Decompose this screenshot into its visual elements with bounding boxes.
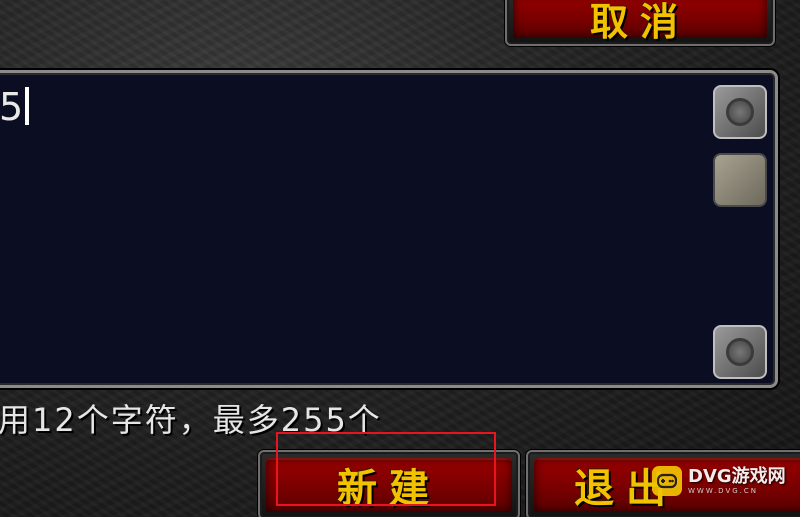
scrollbar-thumb[interactable] (713, 153, 767, 207)
cancel-button[interactable]: 取消 (505, 0, 775, 46)
text-input-value: 5 (0, 85, 24, 129)
text-input-content: 5 (0, 85, 30, 129)
watermark-name: DVG游戏网 (688, 465, 786, 487)
annotation-highlight-box (276, 432, 496, 506)
scroll-up-button[interactable] (713, 85, 767, 139)
text-caret (25, 87, 30, 125)
watermark: DVG游戏网 WWW.DVG.CN (652, 466, 786, 496)
cancel-button-label: 取消 (589, 0, 690, 44)
gamepad-icon (652, 466, 682, 496)
scroll-down-button[interactable] (713, 325, 767, 379)
scroll-up-arrow-icon (726, 98, 754, 126)
scroll-down-arrow-icon (726, 338, 754, 366)
watermark-url: WWW.DVG.CN (688, 486, 759, 495)
text-input-area[interactable]: 5 (0, 70, 778, 388)
dialog-window: 取消 5 用12个字符，最多255个 新建 退出 DVG游戏网 WWW.DVG.… (0, 0, 800, 517)
